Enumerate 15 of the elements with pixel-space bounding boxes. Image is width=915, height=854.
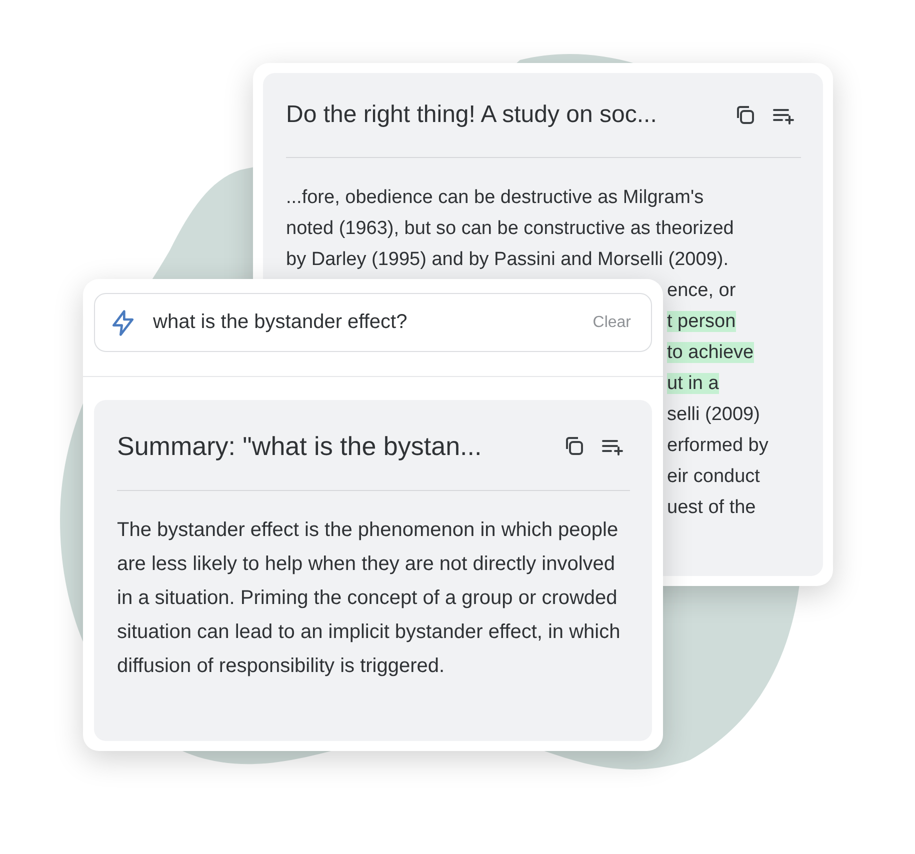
passage-text: eir conduct [667,466,760,487]
passage-text: ...fore, obedience can be destructive as Milgram's [286,187,704,208]
passage-text: noted (1963), but so can be constructive as theorized [286,218,734,239]
passage-text: ence, or [667,280,736,301]
search-field[interactable]: what is the bystander effect? Clear [94,293,652,352]
card-title: Summary: "what is the bystan... [117,430,482,462]
passage-text: uest of the [667,497,756,518]
passage-text: to achieve [667,342,754,363]
passage-text: by Darley (1995) and by Passini and Morselli (2009). [286,249,728,270]
passage-text: erformed by [667,435,768,456]
card-title: Do the right thing! A study on soc... [286,101,657,129]
passage-text: ut in a [667,373,719,394]
summary-text: The bystander effect is the phenomenon in which people are less likely to help when they are not directly involved in a situation. Priming the concept of a group or crowded situation can lead to an implicit bystander effect, in which diffusion of responsibility is triggered. [117,518,622,679]
passage-text: t person [667,311,736,332]
passage-text: selli (2009) [667,404,760,425]
